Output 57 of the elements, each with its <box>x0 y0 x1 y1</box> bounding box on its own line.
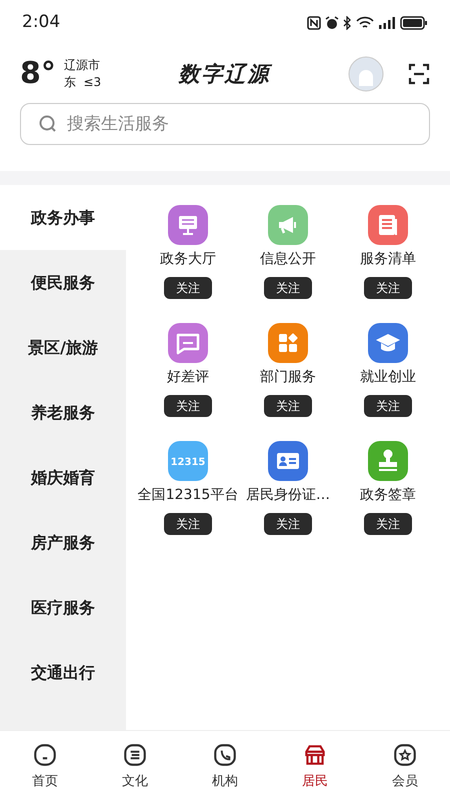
service-label[interactable]: 全国12315平台 <box>138 485 238 506</box>
sidebar-item[interactable]: 景区/旅游 <box>0 315 126 380</box>
follow-button[interactable]: 关注 <box>264 277 312 299</box>
wifi-icon <box>356 16 374 30</box>
service-icon[interactable] <box>268 205 308 245</box>
follow-button[interactable]: 关注 <box>364 513 412 535</box>
follow-button[interactable]: 关注 <box>164 277 212 299</box>
search-icon <box>39 115 57 133</box>
sidebar-item[interactable]: 养老服务 <box>0 380 126 445</box>
follow-button[interactable]: 关注 <box>164 395 212 417</box>
app-title: 数字辽源 <box>178 61 271 86</box>
nav-tab[interactable]: 居民 <box>285 740 345 792</box>
service-icon[interactable] <box>368 205 408 245</box>
follow-button[interactable]: 关注 <box>264 513 312 535</box>
follow-button[interactable]: 关注 <box>364 277 412 299</box>
scan-icon[interactable] <box>408 63 430 85</box>
service-label[interactable]: 部门服务 <box>260 367 316 388</box>
nfc-icon <box>307 16 321 30</box>
service-icon[interactable] <box>368 441 408 481</box>
avatar[interactable] <box>348 56 384 92</box>
follow-button[interactable]: 关注 <box>264 395 312 417</box>
follow-button[interactable]: 关注 <box>164 513 212 535</box>
temperature: 8° <box>20 59 56 89</box>
bluetooth-icon <box>343 16 352 30</box>
service-icon[interactable] <box>168 323 208 363</box>
sidebar-item[interactable]: 政务办事 <box>0 185 126 250</box>
search-field[interactable]: 搜索生活服务 <box>20 103 430 145</box>
service-icon[interactable] <box>268 441 308 481</box>
nav-tab[interactable]: 会员 <box>375 740 435 792</box>
alarm-icon <box>325 16 339 30</box>
follow-button[interactable]: 关注 <box>364 395 412 417</box>
list-icon <box>122 742 148 768</box>
service-label[interactable]: 政务签章 <box>360 485 416 506</box>
service-label[interactable]: 居民身份证… <box>246 485 330 506</box>
service-label[interactable]: 政务大厅 <box>160 249 216 270</box>
nav-tab[interactable]: 机构 <box>195 740 255 792</box>
home-icon <box>32 742 58 768</box>
battery-icon <box>400 16 428 30</box>
sidebar-item[interactable]: 房产服务 <box>0 510 126 575</box>
sidebar-item[interactable]: 婚庆婚育 <box>0 445 126 510</box>
sidebar-item[interactable]: 医疗服务 <box>0 575 126 640</box>
service-label[interactable]: 服务清单 <box>360 249 416 270</box>
sidebar-item[interactable]: 便民服务 <box>0 250 126 315</box>
phone-icon <box>212 742 238 768</box>
service-label[interactable]: 信息公开 <box>260 249 316 270</box>
service-icon[interactable] <box>268 323 308 363</box>
wind-level: 东 ≤3 <box>64 74 102 91</box>
service-icon[interactable] <box>168 205 208 245</box>
service-label[interactable]: 好差评 <box>167 367 209 388</box>
city-name: 辽源市 <box>64 57 101 74</box>
signal-icon <box>378 16 396 29</box>
sidebar-item[interactable]: 交通出行 <box>0 640 126 705</box>
service-icon[interactable] <box>368 323 408 363</box>
service-label[interactable]: 就业创业 <box>360 367 416 388</box>
nav-tab[interactable]: 首页 <box>15 740 75 792</box>
status-time: 2:04 <box>22 10 60 34</box>
nav-tab[interactable]: 文化 <box>105 740 165 792</box>
